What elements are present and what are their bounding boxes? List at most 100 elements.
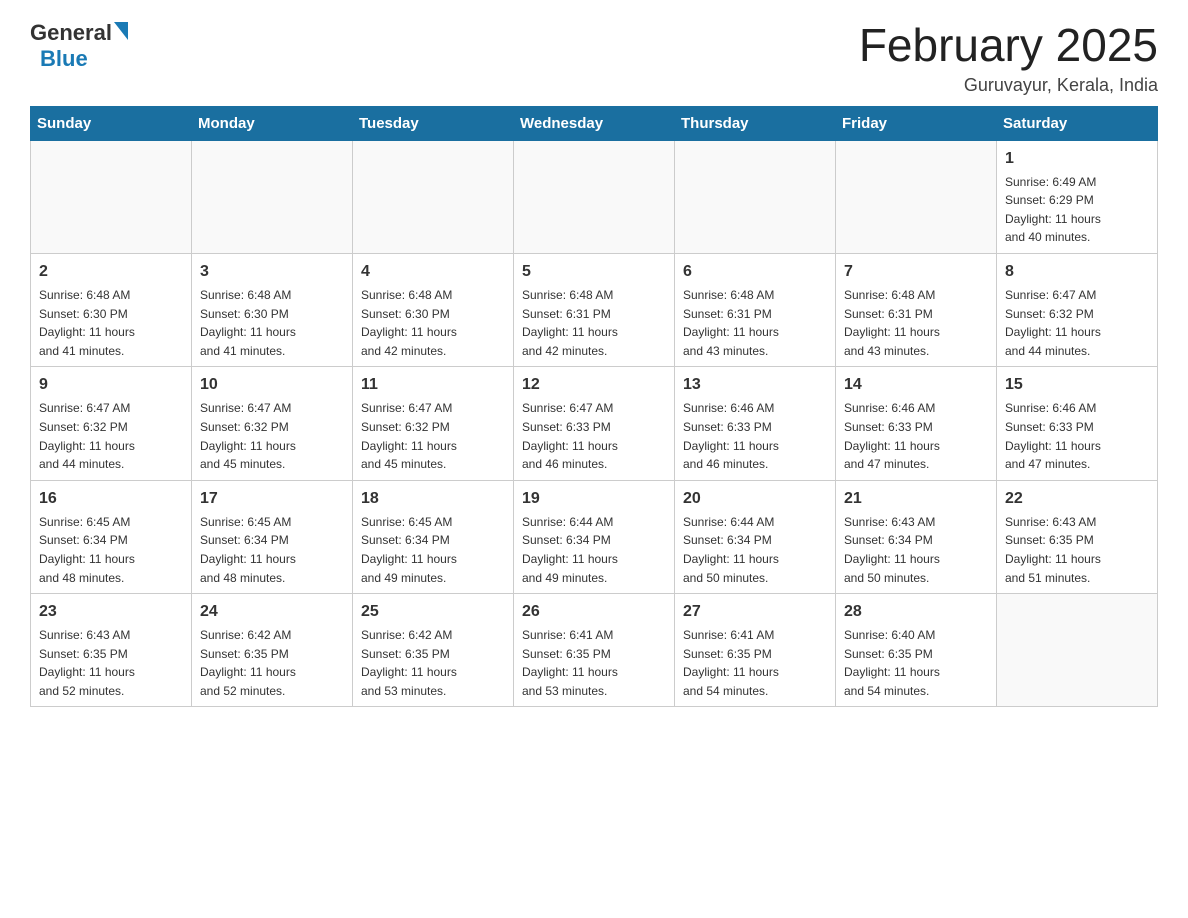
day-info: Sunrise: 6:48 AM Sunset: 6:30 PM Dayligh… <box>200 286 344 360</box>
day-number: 11 <box>361 373 505 397</box>
day-number: 19 <box>522 487 666 511</box>
calendar-cell: 24Sunrise: 6:42 AM Sunset: 6:35 PM Dayli… <box>192 594 353 707</box>
day-info: Sunrise: 6:43 AM Sunset: 6:35 PM Dayligh… <box>39 626 183 700</box>
calendar-cell: 12Sunrise: 6:47 AM Sunset: 6:33 PM Dayli… <box>514 367 675 480</box>
day-number: 15 <box>1005 373 1149 397</box>
day-info: Sunrise: 6:45 AM Sunset: 6:34 PM Dayligh… <box>200 513 344 587</box>
day-info: Sunrise: 6:47 AM Sunset: 6:32 PM Dayligh… <box>1005 286 1149 360</box>
day-info: Sunrise: 6:43 AM Sunset: 6:35 PM Dayligh… <box>1005 513 1149 587</box>
calendar-cell <box>514 140 675 253</box>
day-number: 26 <box>522 600 666 624</box>
day-number: 14 <box>844 373 988 397</box>
day-number: 22 <box>1005 487 1149 511</box>
day-info: Sunrise: 6:42 AM Sunset: 6:35 PM Dayligh… <box>200 626 344 700</box>
logo: General Blue <box>30 20 128 72</box>
logo-arrow-icon <box>114 22 128 40</box>
day-info: Sunrise: 6:48 AM Sunset: 6:30 PM Dayligh… <box>39 286 183 360</box>
calendar-cell: 15Sunrise: 6:46 AM Sunset: 6:33 PM Dayli… <box>997 367 1158 480</box>
day-info: Sunrise: 6:40 AM Sunset: 6:35 PM Dayligh… <box>844 626 988 700</box>
day-info: Sunrise: 6:48 AM Sunset: 6:31 PM Dayligh… <box>683 286 827 360</box>
weekday-header-row: SundayMondayTuesdayWednesdayThursdayFrid… <box>31 106 1158 140</box>
calendar-cell: 9Sunrise: 6:47 AM Sunset: 6:32 PM Daylig… <box>31 367 192 480</box>
week-row-1: 1Sunrise: 6:49 AM Sunset: 6:29 PM Daylig… <box>31 140 1158 253</box>
day-info: Sunrise: 6:45 AM Sunset: 6:34 PM Dayligh… <box>361 513 505 587</box>
day-info: Sunrise: 6:43 AM Sunset: 6:34 PM Dayligh… <box>844 513 988 587</box>
day-number: 10 <box>200 373 344 397</box>
day-info: Sunrise: 6:49 AM Sunset: 6:29 PM Dayligh… <box>1005 173 1149 247</box>
page-header: General Blue February 2025 Guruvayur, Ke… <box>30 20 1158 96</box>
calendar-cell: 23Sunrise: 6:43 AM Sunset: 6:35 PM Dayli… <box>31 594 192 707</box>
day-number: 5 <box>522 260 666 284</box>
weekday-header-wednesday: Wednesday <box>514 106 675 140</box>
day-info: Sunrise: 6:42 AM Sunset: 6:35 PM Dayligh… <box>361 626 505 700</box>
day-number: 21 <box>844 487 988 511</box>
day-number: 23 <box>39 600 183 624</box>
day-info: Sunrise: 6:48 AM Sunset: 6:31 PM Dayligh… <box>844 286 988 360</box>
month-title: February 2025 <box>859 20 1158 71</box>
calendar-cell: 18Sunrise: 6:45 AM Sunset: 6:34 PM Dayli… <box>353 480 514 593</box>
day-info: Sunrise: 6:41 AM Sunset: 6:35 PM Dayligh… <box>522 626 666 700</box>
day-info: Sunrise: 6:44 AM Sunset: 6:34 PM Dayligh… <box>683 513 827 587</box>
title-area: February 2025 Guruvayur, Kerala, India <box>859 20 1158 96</box>
day-number: 9 <box>39 373 183 397</box>
calendar-cell <box>192 140 353 253</box>
calendar-cell: 28Sunrise: 6:40 AM Sunset: 6:35 PM Dayli… <box>836 594 997 707</box>
calendar-cell: 6Sunrise: 6:48 AM Sunset: 6:31 PM Daylig… <box>675 253 836 366</box>
calendar-cell: 26Sunrise: 6:41 AM Sunset: 6:35 PM Dayli… <box>514 594 675 707</box>
calendar-cell: 27Sunrise: 6:41 AM Sunset: 6:35 PM Dayli… <box>675 594 836 707</box>
day-number: 12 <box>522 373 666 397</box>
weekday-header-monday: Monday <box>192 106 353 140</box>
calendar-cell: 7Sunrise: 6:48 AM Sunset: 6:31 PM Daylig… <box>836 253 997 366</box>
calendar-cell <box>353 140 514 253</box>
day-info: Sunrise: 6:48 AM Sunset: 6:31 PM Dayligh… <box>522 286 666 360</box>
calendar-cell: 13Sunrise: 6:46 AM Sunset: 6:33 PM Dayli… <box>675 367 836 480</box>
calendar-cell: 4Sunrise: 6:48 AM Sunset: 6:30 PM Daylig… <box>353 253 514 366</box>
day-number: 7 <box>844 260 988 284</box>
calendar-table: SundayMondayTuesdayWednesdayThursdayFrid… <box>30 106 1158 708</box>
calendar-cell: 8Sunrise: 6:47 AM Sunset: 6:32 PM Daylig… <box>997 253 1158 366</box>
day-number: 3 <box>200 260 344 284</box>
day-number: 13 <box>683 373 827 397</box>
day-number: 20 <box>683 487 827 511</box>
logo-blue: Blue <box>40 46 88 72</box>
day-info: Sunrise: 6:46 AM Sunset: 6:33 PM Dayligh… <box>1005 399 1149 473</box>
day-info: Sunrise: 6:47 AM Sunset: 6:32 PM Dayligh… <box>200 399 344 473</box>
calendar-cell: 22Sunrise: 6:43 AM Sunset: 6:35 PM Dayli… <box>997 480 1158 593</box>
day-info: Sunrise: 6:44 AM Sunset: 6:34 PM Dayligh… <box>522 513 666 587</box>
day-info: Sunrise: 6:46 AM Sunset: 6:33 PM Dayligh… <box>844 399 988 473</box>
calendar-cell: 5Sunrise: 6:48 AM Sunset: 6:31 PM Daylig… <box>514 253 675 366</box>
day-number: 27 <box>683 600 827 624</box>
calendar-cell: 2Sunrise: 6:48 AM Sunset: 6:30 PM Daylig… <box>31 253 192 366</box>
calendar-cell: 21Sunrise: 6:43 AM Sunset: 6:34 PM Dayli… <box>836 480 997 593</box>
calendar-cell <box>675 140 836 253</box>
calendar-cell: 3Sunrise: 6:48 AM Sunset: 6:30 PM Daylig… <box>192 253 353 366</box>
day-number: 25 <box>361 600 505 624</box>
calendar-cell: 17Sunrise: 6:45 AM Sunset: 6:34 PM Dayli… <box>192 480 353 593</box>
day-info: Sunrise: 6:47 AM Sunset: 6:32 PM Dayligh… <box>39 399 183 473</box>
calendar-cell: 19Sunrise: 6:44 AM Sunset: 6:34 PM Dayli… <box>514 480 675 593</box>
week-row-2: 2Sunrise: 6:48 AM Sunset: 6:30 PM Daylig… <box>31 253 1158 366</box>
week-row-4: 16 Sunrise: 6:45 AM Sunset: 6:34 PM Dayli… <box>31 480 1158 593</box>
calendar-cell: 14Sunrise: 6:46 AM Sunset: 6:33 PM Dayli… <box>836 367 997 480</box>
day-number: 16 <box>39 487 183 511</box>
calendar-cell <box>31 140 192 253</box>
day-info: Sunrise: 6:48 AM Sunset: 6:30 PM Dayligh… <box>361 286 505 360</box>
day-info: Sunrise: 6:46 AM Sunset: 6:33 PM Dayligh… <box>683 399 827 473</box>
weekday-header-tuesday: Tuesday <box>353 106 514 140</box>
week-row-5: 23Sunrise: 6:43 AM Sunset: 6:35 PM Dayli… <box>31 594 1158 707</box>
day-number: 2 <box>39 260 183 284</box>
day-number: 18 <box>361 487 505 511</box>
weekday-header-sunday: Sunday <box>31 106 192 140</box>
calendar-cell: 10Sunrise: 6:47 AM Sunset: 6:32 PM Dayli… <box>192 367 353 480</box>
calendar-cell <box>997 594 1158 707</box>
day-number: 17 <box>200 487 344 511</box>
day-number: 6 <box>683 260 827 284</box>
weekday-header-thursday: Thursday <box>675 106 836 140</box>
day-number: 8 <box>1005 260 1149 284</box>
calendar-cell <box>836 140 997 253</box>
day-info: Sunrise: 6:47 AM Sunset: 6:33 PM Dayligh… <box>522 399 666 473</box>
week-row-3: 9Sunrise: 6:47 AM Sunset: 6:32 PM Daylig… <box>31 367 1158 480</box>
day-number: 4 <box>361 260 505 284</box>
location: Guruvayur, Kerala, India <box>859 75 1158 96</box>
calendar-cell: 16Sunrise: 6:45 AM Sunset: 6:34 PM Dayli… <box>31 480 192 593</box>
